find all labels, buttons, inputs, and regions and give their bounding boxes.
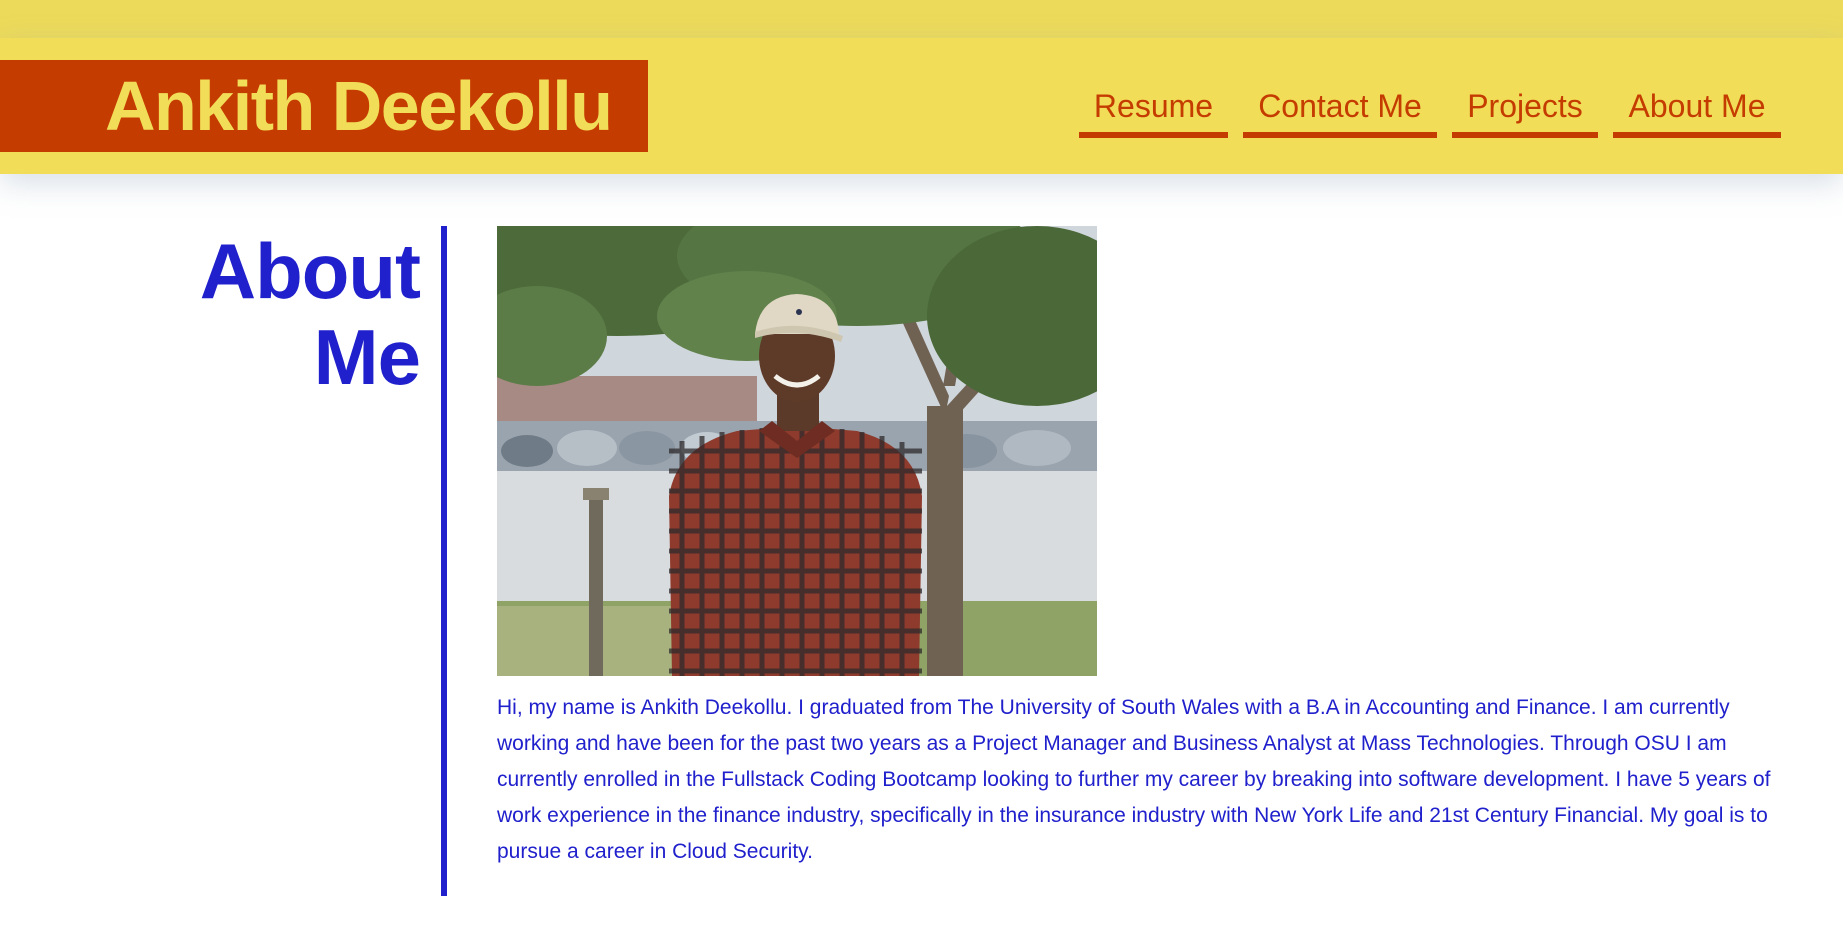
section-title-line1: About [199, 227, 421, 315]
site-header: Ankith Deekollu Resume Contact Me Projec… [0, 38, 1843, 174]
top-strip [0, 0, 1843, 38]
section-title: About Me [150, 227, 421, 401]
section-title-line2: Me [313, 313, 421, 401]
nav-projects[interactable]: Projects [1452, 84, 1598, 138]
nav-contact-me[interactable]: Contact Me [1243, 84, 1437, 138]
vertical-divider [441, 226, 447, 896]
profile-photo [497, 226, 1097, 676]
nav-about-me[interactable]: About Me [1613, 84, 1781, 138]
bio-text: Hi, my name is Ankith Deekollu. I gradua… [497, 696, 1771, 863]
nav-resume[interactable]: Resume [1079, 84, 1228, 138]
main-nav: Resume Contact Me Projects About Me [0, 84, 1843, 144]
